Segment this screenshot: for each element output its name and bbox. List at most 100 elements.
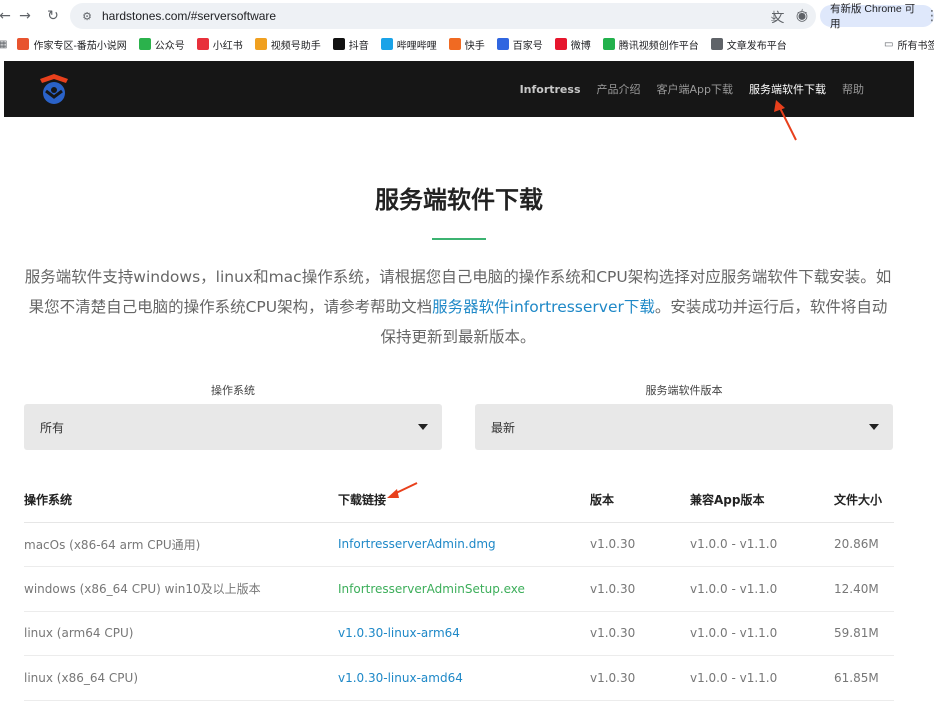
table-header-row: 操作系统 下载链接 版本 兼容App版本 文件大小 xyxy=(24,478,894,523)
bookmark-label: 微博 xyxy=(570,40,591,52)
title-underline xyxy=(432,238,486,240)
download-link[interactable]: v1.0.30-linux-arm64 xyxy=(338,626,460,640)
header-size: 文件大小 xyxy=(834,478,894,523)
cell-os: macOs (x86-64 arm CPU通用) xyxy=(24,522,338,567)
nav-product[interactable]: 产品介绍 xyxy=(597,81,641,97)
bookmark-label: 快手 xyxy=(464,40,485,52)
nav-client-download[interactable]: 客户端App下载 xyxy=(657,81,734,97)
version-filter-label: 服务端软件版本 xyxy=(645,384,723,397)
version-select[interactable]: 最新 xyxy=(475,404,893,450)
cell-size: 59.81M xyxy=(834,611,894,656)
header-os: 操作系统 xyxy=(24,478,338,523)
bookmark-label: 视频号助手 xyxy=(270,40,321,52)
header-download-link: 下载链接 xyxy=(338,478,590,523)
header-version: 版本 xyxy=(590,478,690,523)
intro-paragraph: 服务端软件支持windows，linux和mac操作系统，请根据您自己电脑的操作… xyxy=(22,262,894,352)
bookmark-favicon-icon xyxy=(710,38,723,50)
nav-brand[interactable]: Infortress xyxy=(520,83,581,96)
chevron-down-icon xyxy=(869,424,879,430)
bookmark-label: 抖音 xyxy=(348,40,369,52)
download-link[interactable]: v1.0.30-linux-amd64 xyxy=(338,671,463,685)
bookmark-label: 文章发布平台 xyxy=(726,40,787,52)
site-header: Infortress 产品介绍 客户端App下载 服务端软件下载 帮助 xyxy=(4,61,914,117)
os-select-value: 所有 xyxy=(40,420,65,435)
bookmark-item[interactable]: 腾讯视频创作平台 xyxy=(602,37,699,52)
bookmark-favicon-icon xyxy=(380,38,393,50)
apps-icon[interactable]: ▦ xyxy=(0,39,7,50)
browser-toolbar: ← → ↻ ⚙ hardstones.com/#serversoftware 文… xyxy=(0,0,934,32)
cell-size: 12.40M xyxy=(834,566,894,612)
download-link[interactable]: InfortresserverAdminSetup.exe xyxy=(338,582,525,596)
bookmark-label: 公众号 xyxy=(154,40,185,52)
cell-compat: v1.0.0 - v1.1.0 xyxy=(690,522,834,567)
folder-icon: ▭ xyxy=(884,39,894,50)
bookmark-item[interactable]: 微博 xyxy=(554,37,591,52)
bookmark-label: 哔哩哔哩 xyxy=(396,40,437,52)
help-doc-link[interactable]: 服务器软件infortresserver下载 xyxy=(432,298,655,316)
cell-version: v1.0.30 xyxy=(590,522,690,567)
bookmark-favicon-icon xyxy=(138,38,151,50)
table-row: linux (arm64 CPU) v1.0.30-linux-arm64 v1.0… xyxy=(24,611,894,656)
bookmark-favicon-icon xyxy=(602,38,615,50)
download-link[interactable]: InfortresserverAdmin.dmg xyxy=(338,537,496,551)
more-menu-icon[interactable]: ⋮ xyxy=(925,8,934,24)
all-bookmarks-folder[interactable]: ▭ 所有书签 xyxy=(884,37,934,52)
bookmark-label: 百家号 xyxy=(512,40,543,52)
bookmark-favicon-icon xyxy=(196,38,209,50)
chrome-update-button[interactable]: 有新版 Chrome 可用 xyxy=(820,3,934,30)
url-text[interactable]: hardstones.com/#serversoftware xyxy=(102,9,276,23)
cell-compat: v1.0.0 - v1.1.0 xyxy=(690,566,834,612)
cell-version: v1.0.30 xyxy=(590,611,690,656)
site-info-icon[interactable]: ⚙ xyxy=(78,7,96,25)
reload-icon[interactable]: ↻ xyxy=(42,5,64,27)
page-title: 服务端软件下载 xyxy=(375,186,543,214)
bookmark-item[interactable]: 文章发布平台 xyxy=(710,37,787,52)
cell-download-link: InfortresserverAdminSetup.exe xyxy=(338,566,590,612)
bookmark-label: 小红书 xyxy=(212,40,243,52)
os-select[interactable]: 所有 xyxy=(24,404,442,450)
os-filter-label: 操作系统 xyxy=(211,384,255,397)
bookmark-favicon-icon xyxy=(332,38,345,50)
bookmark-label: 作家专区-番茄小说网 xyxy=(33,40,127,52)
bookmark-favicon-icon xyxy=(448,38,461,50)
header-compat: 兼容App版本 xyxy=(690,478,834,523)
table-row: linux (x86_64 CPU) v1.0.30-linux-amd64 v1.… xyxy=(24,655,894,701)
cell-download-link: v1.0.30-linux-arm64 xyxy=(338,611,590,656)
bookmark-item[interactable]: 百家号 xyxy=(496,37,543,52)
bookmark-item[interactable]: 作家专区-番茄小说网 xyxy=(17,37,127,52)
nav-help[interactable]: 帮助 xyxy=(842,81,864,97)
infortress-logo[interactable] xyxy=(36,71,72,107)
bookmark-item[interactable]: 小红书 xyxy=(196,37,243,52)
bookmark-label: 腾讯视频创作平台 xyxy=(618,40,699,52)
nav-server-download[interactable]: 服务端软件下载 xyxy=(749,81,826,97)
site-nav: Infortress 产品介绍 客户端App下载 服务端软件下载 帮助 xyxy=(520,61,864,117)
bookmark-item[interactable]: 哔哩哔哩 xyxy=(380,37,437,52)
address-bar[interactable]: ⚙ hardstones.com/#serversoftware 文 ☆ xyxy=(70,3,816,29)
forward-icon[interactable]: → xyxy=(14,5,36,27)
bookmark-item[interactable]: 快手 xyxy=(448,37,485,52)
cell-compat: v1.0.0 - v1.1.0 xyxy=(690,611,834,656)
bookmark-favicon-icon xyxy=(496,38,509,50)
bookmark-favicon-icon xyxy=(254,38,267,50)
cell-size: 20.86M xyxy=(834,522,894,567)
cell-compat: v1.0.0 - v1.1.0 xyxy=(690,655,834,701)
bookmark-favicon-icon xyxy=(554,38,567,50)
cell-version: v1.0.30 xyxy=(590,566,690,612)
cell-version: v1.0.30 xyxy=(590,655,690,701)
bookmarks-bar: ▦ 作家专区-番茄小说网 公众号 小红书 视频号助手 抖音 哔哩哔哩 快手 百家号 微博 腾讯视频… xyxy=(0,32,934,56)
table-row: windows (x86_64 CPU) win10及以上版本 Infortres… xyxy=(24,566,894,612)
chevron-down-icon xyxy=(418,424,428,430)
bookmark-item[interactable]: 视频号助手 xyxy=(254,37,321,52)
cell-os: linux (x86_64 CPU) xyxy=(24,655,338,701)
download-table: 操作系统 下载链接 版本 兼容App版本 文件大小 macOs (x86-64 … xyxy=(24,478,894,701)
bookmark-item[interactable]: 公众号 xyxy=(138,37,185,52)
cell-size: 61.85M xyxy=(834,655,894,701)
profile-icon[interactable]: ◉ xyxy=(793,7,811,25)
cell-download-link: InfortresserverAdmin.dmg xyxy=(338,522,590,567)
cell-os: linux (arm64 CPU) xyxy=(24,611,338,656)
bookmark-item[interactable]: 抖音 xyxy=(332,37,369,52)
download-icon[interactable]: ⤓ xyxy=(765,7,783,25)
cell-os: windows (x86_64 CPU) win10及以上版本 xyxy=(24,566,338,612)
table-row: macOs (x86-64 arm CPU通用) InfortresserverA… xyxy=(24,522,894,567)
version-select-value: 最新 xyxy=(491,420,516,435)
